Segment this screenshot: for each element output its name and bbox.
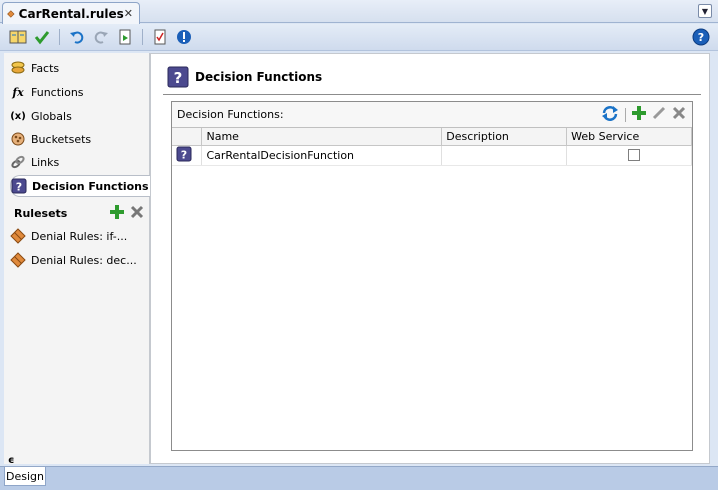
toolbar-separator bbox=[142, 29, 143, 45]
help-icon[interactable]: ? bbox=[692, 28, 710, 46]
svg-text:?: ? bbox=[16, 181, 22, 194]
svg-text:?: ? bbox=[181, 148, 187, 161]
decision-function-icon: ? bbox=[167, 66, 189, 88]
sidebar-item-ruleset[interactable]: Denial Rules: dec... bbox=[10, 249, 148, 271]
globals-icon: (x) bbox=[10, 110, 26, 122]
column-header-description[interactable]: Description bbox=[441, 128, 568, 146]
redo-icon[interactable] bbox=[91, 27, 111, 47]
column-header-name[interactable]: Name bbox=[201, 128, 443, 146]
panel-header: Decision Functions: bbox=[172, 102, 692, 128]
sidebar-item-label: Functions bbox=[31, 85, 84, 99]
table-header-row: Name Description Web Service bbox=[172, 128, 692, 146]
sidebar-item-links[interactable]: Links bbox=[10, 151, 148, 173]
sidebar-item-label: Globals bbox=[31, 109, 72, 123]
rules-navigator: Facts fx Functions (x) Globals Bucketset… bbox=[4, 53, 155, 464]
rulesets-title: Rulesets bbox=[14, 206, 68, 220]
refresh-icon[interactable] bbox=[601, 105, 619, 124]
function-description-cell[interactable] bbox=[441, 145, 568, 166]
web-service-checkbox[interactable] bbox=[628, 149, 641, 161]
delete-ruleset-icon[interactable] bbox=[130, 205, 144, 222]
bucketsets-icon bbox=[10, 131, 26, 147]
decision-function-icon: ? bbox=[11, 178, 27, 194]
editor-tab-bar: CarRental.rules ✕ ▼ bbox=[0, 0, 718, 24]
column-header-web-service[interactable]: Web Service bbox=[566, 128, 692, 146]
sidebar-item-decision-functions[interactable]: ? Decision Functions bbox=[10, 175, 155, 197]
title-divider bbox=[163, 94, 701, 95]
collapse-navigator-icon[interactable]: ϵ bbox=[8, 455, 14, 466]
tab-list-dropdown-icon[interactable]: ▼ bbox=[698, 4, 712, 18]
sidebar-item-label: Denial Rules: if-... bbox=[31, 229, 128, 243]
add-function-icon[interactable] bbox=[632, 106, 646, 123]
link-icon[interactable] bbox=[115, 27, 135, 47]
sidebar-item-ruleset[interactable]: Denial Rules: if-... bbox=[10, 225, 148, 247]
rules-file-icon bbox=[7, 9, 15, 18]
facts-icon bbox=[10, 60, 26, 76]
svg-text:?: ? bbox=[698, 31, 704, 44]
sidebar-item-facts[interactable]: Facts bbox=[10, 57, 148, 79]
decision-functions-panel: Decision Functions: Name Description Web… bbox=[171, 101, 693, 451]
panel-label: Decision Functions: bbox=[177, 108, 284, 121]
delete-function-icon[interactable] bbox=[672, 106, 686, 123]
close-tab-icon[interactable]: ✕ bbox=[124, 7, 133, 20]
sidebar-item-functions[interactable]: fx Functions bbox=[10, 81, 148, 103]
ruleset-icon bbox=[10, 228, 26, 244]
function-name-cell[interactable]: CarRentalDecisionFunction bbox=[201, 145, 443, 166]
edit-function-icon[interactable] bbox=[652, 106, 666, 123]
add-ruleset-icon[interactable] bbox=[110, 204, 124, 222]
toolbar bbox=[0, 24, 718, 51]
fx-icon: fx bbox=[12, 85, 24, 99]
sidebar-item-label: Bucketsets bbox=[31, 132, 92, 146]
info-icon[interactable] bbox=[174, 27, 194, 47]
report-icon[interactable] bbox=[150, 27, 170, 47]
ruleset-icon bbox=[10, 252, 26, 268]
decision-functions-table: Name Description Web Service ? CarRental… bbox=[172, 128, 692, 166]
column-header-icon bbox=[172, 128, 203, 146]
toolbar-separator bbox=[59, 29, 60, 45]
sidebar-item-label: Decision Functions bbox=[32, 179, 149, 193]
decision-functions-editor: ? Decision Functions Decision Functions: bbox=[150, 53, 710, 464]
tab-design[interactable]: Design bbox=[4, 467, 46, 486]
sidebar-item-label: Links bbox=[31, 155, 60, 169]
undo-icon[interactable] bbox=[67, 27, 87, 47]
web-service-cell bbox=[566, 145, 692, 166]
sidebar-item-globals[interactable]: (x) Globals bbox=[10, 105, 148, 127]
dictionary-icon[interactable] bbox=[8, 27, 28, 47]
document-tab[interactable]: CarRental.rules ✕ bbox=[2, 2, 140, 24]
svg-text:?: ? bbox=[174, 69, 183, 87]
table-row[interactable]: ? CarRentalDecisionFunction bbox=[172, 145, 692, 166]
validate-check-icon[interactable] bbox=[32, 27, 52, 47]
row-icon-cell: ? bbox=[172, 145, 203, 166]
sidebar-item-label: Denial Rules: dec... bbox=[31, 253, 137, 267]
page-title: ? Decision Functions bbox=[167, 64, 322, 90]
tool-separator bbox=[625, 107, 626, 122]
rulesets-header: Rulesets bbox=[14, 203, 144, 223]
page-title-text: Decision Functions bbox=[195, 70, 323, 84]
sidebar-item-bucketsets[interactable]: Bucketsets bbox=[10, 128, 148, 150]
sidebar-item-label: Facts bbox=[31, 61, 60, 75]
decision-function-icon: ? bbox=[176, 146, 192, 161]
document-tab-label: CarRental.rules bbox=[18, 6, 124, 21]
links-icon bbox=[10, 154, 26, 170]
editor-bottom-tabs: Design bbox=[0, 466, 718, 490]
